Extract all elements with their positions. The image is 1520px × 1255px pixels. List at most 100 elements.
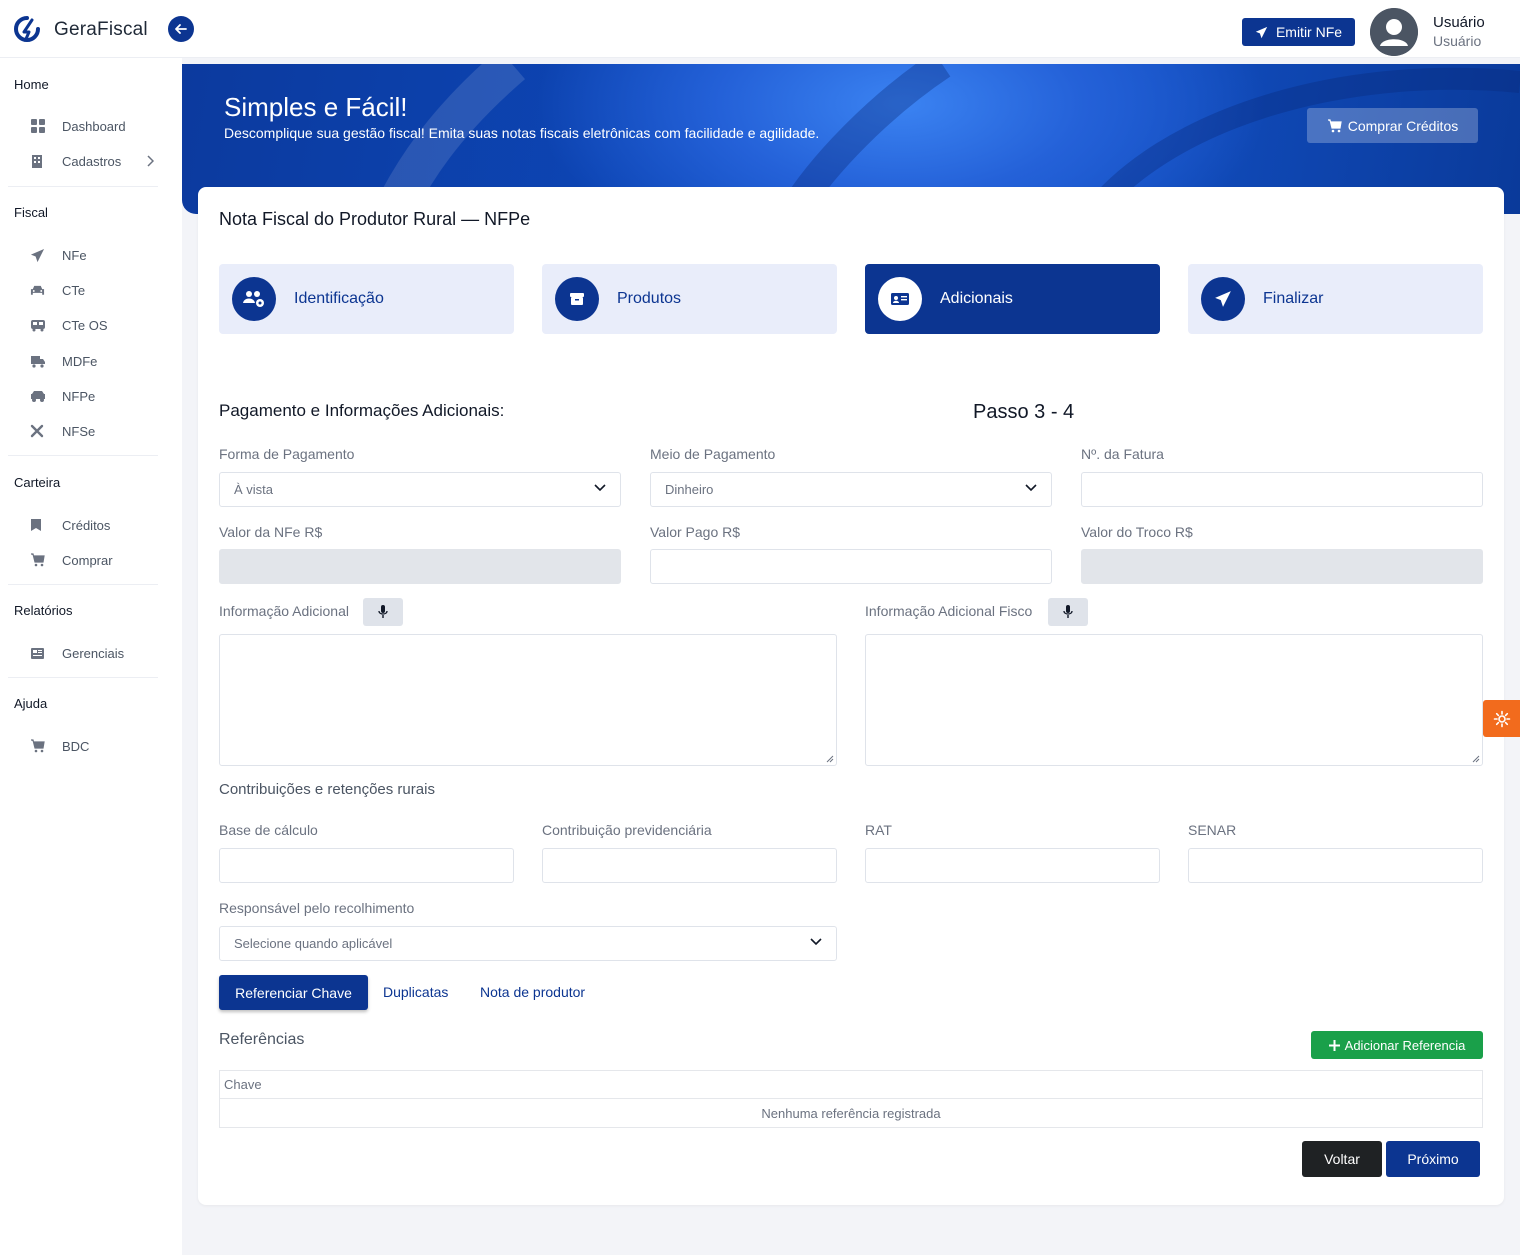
contrib-prev-label: Contribuição previdenciária: [542, 822, 712, 838]
base-calculo-input[interactable]: [219, 848, 514, 883]
sidebar-item-label: BDC: [62, 738, 90, 754]
sidebar-item-label: Dashboard: [62, 118, 126, 134]
add-reference-button[interactable]: Adicionar Referencia: [1311, 1031, 1483, 1059]
tab-referenciar-chave[interactable]: Referenciar Chave: [219, 975, 368, 1010]
valor-nfe-input: [219, 549, 621, 584]
section-title: Pagamento e Informações Adicionais:: [219, 401, 505, 420]
car-icon: [14, 284, 62, 297]
num-fatura-input[interactable]: [1081, 472, 1483, 507]
step-finalizar[interactable]: Finalizar: [1188, 264, 1483, 334]
step-identificacao[interactable]: Identificação: [219, 264, 514, 334]
sidebar-item-cadastros[interactable]: Cadastros: [14, 146, 164, 176]
banner-subtitle: Descomplique sua gestão fiscal! Emita su…: [224, 125, 820, 141]
rat-input[interactable]: [865, 848, 1160, 883]
step-produtos[interactable]: Produtos: [542, 264, 837, 334]
info-fisco-textarea[interactable]: [865, 634, 1483, 766]
brand-name: GeraFiscal: [54, 19, 148, 40]
bookmark-icon: [14, 518, 62, 532]
references-title: Referências: [219, 1031, 305, 1048]
add-reference-label: Adicionar Referencia: [1344, 1037, 1466, 1053]
valor-troco-input: [1081, 549, 1483, 584]
sidebar-item-nfe[interactable]: NFe: [14, 240, 164, 270]
buy-credits-button[interactable]: Comprar Créditos: [1307, 108, 1478, 143]
sidebar-item-bdc[interactable]: BDC: [14, 731, 164, 761]
meio-pagamento-select[interactable]: Dinheiro: [650, 472, 1052, 507]
sidebar-collapse-button[interactable]: [168, 16, 194, 42]
cart-icon: [1327, 118, 1342, 132]
step-label: Finalizar: [1263, 290, 1324, 307]
forma-pagamento-value: À vista: [234, 482, 274, 497]
valor-pago-input[interactable]: [650, 549, 1052, 584]
resize-grip-icon[interactable]: [826, 755, 834, 763]
sidebar-item-cte[interactable]: CTe: [14, 275, 164, 305]
sidebar-item-cte-os[interactable]: CTe OS: [14, 310, 164, 340]
base-calculo-label: Base de cálculo: [219, 822, 318, 838]
tools-icon: [14, 424, 62, 438]
chevron-down-icon: [594, 484, 606, 492]
tractor-icon: [14, 390, 62, 403]
forma-pagamento-select[interactable]: À vista: [219, 472, 621, 507]
step-adicionais[interactable]: Adicionais: [865, 264, 1160, 334]
sidebar-item-label: CTe OS: [62, 317, 108, 333]
paper-plane-icon: [1255, 26, 1268, 38]
info-adicional-mic-button[interactable]: [363, 598, 403, 626]
chevron-right-icon: [147, 155, 154, 167]
info-adicional-textarea[interactable]: [219, 634, 837, 766]
column-header-chave: Chave: [220, 1071, 1482, 1099]
forma-pagamento-label: Forma de Pagamento: [219, 446, 355, 462]
sidebar-item-label: Cadastros: [62, 153, 122, 169]
bus-icon: [14, 319, 62, 332]
sidebar-divider: [8, 677, 158, 678]
avatar[interactable]: [1370, 8, 1418, 56]
step-label: Produtos: [617, 290, 682, 307]
id-card-icon: [878, 277, 922, 321]
sidebar-divider: [8, 186, 158, 187]
senar-label: SENAR: [1188, 822, 1237, 838]
user-avatar-icon: [1370, 8, 1418, 56]
gear-icon: [1493, 710, 1510, 727]
sidebar-item-creditos[interactable]: Créditos: [14, 510, 164, 540]
sidebar-item-dashboard[interactable]: Dashboard: [14, 111, 164, 141]
emit-nfe-label: Emitir NFe: [1275, 24, 1343, 40]
buy-credits-label: Comprar Créditos: [1347, 117, 1459, 134]
user-name[interactable]: Usuário: [1433, 14, 1485, 31]
step-label: Identificação: [294, 290, 384, 307]
rat-label: RAT: [865, 822, 892, 838]
tab-duplicatas[interactable]: Duplicatas: [383, 984, 448, 1000]
step-indicator: Passo 3 - 4: [973, 401, 1075, 423]
sidebar-item-comprar[interactable]: Comprar: [14, 545, 164, 575]
back-button[interactable]: Voltar: [1302, 1141, 1382, 1177]
num-fatura-label: Nº. da Fatura: [1081, 446, 1164, 462]
tab-nota-de-produtor[interactable]: Nota de produtor: [480, 984, 585, 1000]
sidebar-item-mdfe[interactable]: MDFe: [14, 346, 164, 376]
next-button[interactable]: Próximo: [1386, 1141, 1480, 1177]
plus-icon: [1328, 1039, 1340, 1051]
contrib-prev-input[interactable]: [542, 848, 837, 883]
settings-tab[interactable]: [1483, 700, 1520, 737]
paper-plane-icon: [1201, 277, 1245, 321]
sidebar-item-nfpe[interactable]: NFPe: [14, 381, 164, 411]
responsavel-select[interactable]: Selecione quando aplicável: [219, 926, 837, 961]
valor-nfe-label: Valor da NFe R$: [219, 524, 323, 540]
info-adicional-label: Informação Adicional: [219, 603, 349, 619]
arrow-left-icon: [175, 24, 187, 34]
info-fisco-mic-button[interactable]: [1048, 598, 1088, 626]
building-icon: [14, 154, 62, 168]
emit-nfe-button[interactable]: Emitir NFe: [1242, 18, 1355, 46]
sidebar-divider: [8, 584, 158, 585]
senar-input[interactable]: [1188, 848, 1483, 883]
sidebar-divider: [8, 455, 158, 456]
responsavel-label: Responsável pelo recolhimento: [219, 900, 415, 916]
chevron-down-icon: [810, 938, 822, 946]
page-title: Nota Fiscal do Produtor Rural — NFPe: [219, 209, 531, 229]
microphone-icon: [1063, 605, 1073, 618]
sidebar-section-carteira: Carteira: [14, 475, 61, 490]
responsavel-value: Selecione quando aplicável: [234, 936, 393, 951]
sidebar-item-nfse[interactable]: NFSe: [14, 416, 164, 446]
gerafiscal-logo-icon[interactable]: [14, 16, 40, 42]
sidebar-section-home: Home: [14, 77, 49, 92]
nfpe-form-card: Nota Fiscal do Produtor Rural — NFPe Ide…: [198, 187, 1504, 1205]
resize-grip-icon[interactable]: [1472, 755, 1480, 763]
sidebar-item-label: MDFe: [62, 353, 98, 369]
sidebar-item-gerenciais[interactable]: Gerenciais: [14, 638, 164, 668]
